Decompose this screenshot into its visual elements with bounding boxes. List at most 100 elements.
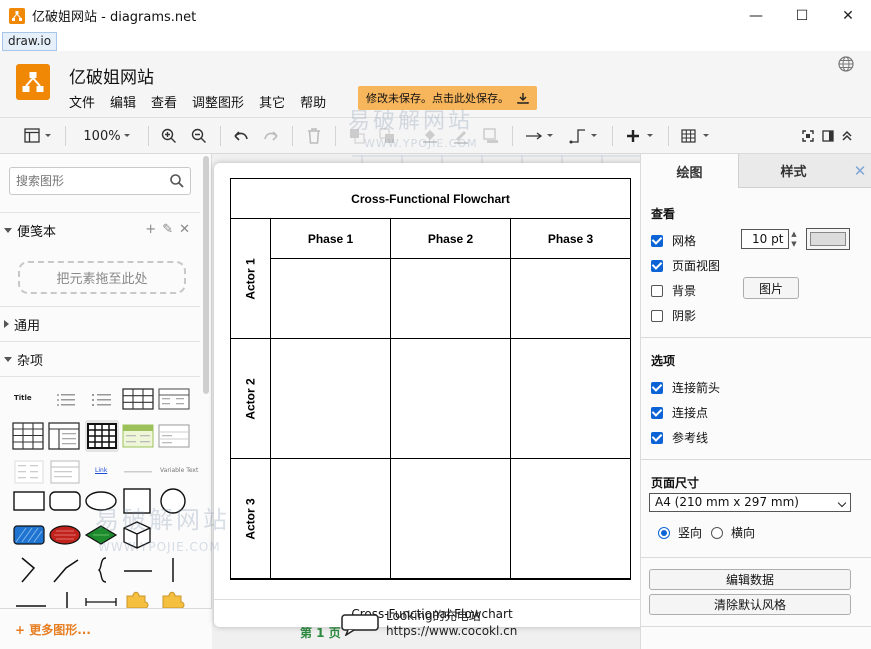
shape-dimension-line[interactable] xyxy=(84,594,118,608)
connection-arrows-checkbox[interactable] xyxy=(651,381,663,394)
format-panel-toggle[interactable] xyxy=(820,126,836,146)
shape-numbered-list[interactable] xyxy=(88,392,118,408)
general-section-header[interactable]: 通用 xyxy=(0,306,200,341)
connection-points-checkbox[interactable] xyxy=(651,406,663,419)
redo-button[interactable] xyxy=(262,126,280,146)
tab-style[interactable]: 样式 xyxy=(738,154,848,188)
search-icon[interactable] xyxy=(169,173,185,189)
page-view-option[interactable]: 页面视图 xyxy=(651,257,720,274)
scratchpad-section-header[interactable]: 便笺本 + ✎ ✕ xyxy=(0,212,200,247)
zoom-in-button[interactable] xyxy=(160,126,178,146)
guides-option[interactable]: 参考线 xyxy=(651,429,708,446)
landscape-radio[interactable] xyxy=(711,526,723,539)
scratchpad-add-icon[interactable]: + xyxy=(145,222,156,237)
edit-data-button[interactable]: 编辑数据 xyxy=(649,569,851,590)
shape-text-table[interactable] xyxy=(14,460,44,484)
more-shapes-button[interactable]: + 更多图形... xyxy=(0,608,212,649)
document-title[interactable]: 亿破姐网站 xyxy=(69,63,154,88)
page-view-checkbox[interactable] xyxy=(651,259,663,272)
shape-list-table[interactable] xyxy=(158,388,190,410)
line-color-button[interactable] xyxy=(452,126,470,146)
to-back-button[interactable] xyxy=(378,126,396,146)
shape-green-diamond[interactable] xyxy=(84,524,118,546)
background-image-button[interactable]: 图片 xyxy=(743,277,799,299)
shadow-button[interactable] xyxy=(482,126,500,146)
grid-size-input[interactable]: 10 pt xyxy=(741,229,789,249)
cross-functional-flowchart[interactable]: Cross-Functional Flowchart Phase 1 Phase… xyxy=(230,178,631,580)
fill-color-button[interactable] xyxy=(420,126,440,146)
tab-diagram[interactable]: 绘图 xyxy=(641,154,738,188)
shape-container-table[interactable] xyxy=(48,422,80,450)
maximize-button[interactable]: ☐ xyxy=(779,0,825,31)
menu-view[interactable]: 查看 xyxy=(151,92,177,111)
shape-colored-table[interactable] xyxy=(122,424,154,448)
shape-horizontal-line[interactable] xyxy=(122,568,154,574)
shape-bulleted-list[interactable] xyxy=(52,392,82,408)
shape-curly-bracket[interactable] xyxy=(96,556,110,584)
connection-arrows-option[interactable]: 连接箭头 xyxy=(651,379,720,396)
grid-color-button[interactable] xyxy=(806,228,850,250)
drawio-menu-tag[interactable]: draw.io xyxy=(2,32,58,51)
menu-arrange[interactable]: 调整图形 xyxy=(192,92,244,111)
shape-line-bottom[interactable] xyxy=(14,592,48,608)
shadow-checkbox[interactable] xyxy=(651,309,663,322)
waypoints-button[interactable] xyxy=(568,126,602,146)
shape-grid-table[interactable] xyxy=(12,422,44,450)
language-globe-icon[interactable] xyxy=(838,56,854,72)
shape-link[interactable]: Link xyxy=(95,467,107,474)
shape-timestamp[interactable] xyxy=(122,468,154,476)
scratchpad-edit-icon[interactable]: ✎ xyxy=(162,222,173,237)
shape-connector-curve[interactable] xyxy=(50,556,80,584)
shape-ellipse[interactable] xyxy=(84,490,118,512)
shadow-option[interactable]: 阴影 xyxy=(651,307,696,324)
guides-checkbox[interactable] xyxy=(651,431,663,444)
menu-extras[interactable]: 其它 xyxy=(259,92,285,111)
close-panel-icon[interactable]: ✕ xyxy=(848,154,871,188)
shape-hatched-rectangle[interactable] xyxy=(12,524,46,546)
scratchpad-drop-zone[interactable]: 把元素拖至此处 xyxy=(18,261,186,294)
shape-table-3x3[interactable] xyxy=(122,388,154,410)
shape-form-table[interactable] xyxy=(50,460,80,484)
table-insert-button[interactable] xyxy=(680,126,714,146)
to-front-button[interactable] xyxy=(348,126,366,146)
shape-rounded-rectangle[interactable] xyxy=(48,490,82,512)
unsaved-changes-banner[interactable]: 修改未保存。点击此处保存。 xyxy=(358,86,537,110)
menu-edit[interactable]: 编辑 xyxy=(110,92,136,111)
portrait-option[interactable]: 竖向 xyxy=(658,524,702,541)
shape-plain-table[interactable] xyxy=(158,424,190,448)
zoom-out-button[interactable] xyxy=(190,126,208,146)
misc-section-header[interactable]: 杂项 xyxy=(0,341,200,376)
clear-default-style-button[interactable]: 清除默认风格 xyxy=(649,594,851,615)
shape-title[interactable]: Title xyxy=(14,394,44,408)
collapse-header-button[interactable] xyxy=(839,126,855,146)
shape-search-input[interactable] xyxy=(16,168,166,194)
shape-square[interactable] xyxy=(122,487,152,515)
shape-rectangle[interactable] xyxy=(12,490,46,512)
zoom-select[interactable]: 100% xyxy=(80,126,136,146)
grid-option[interactable]: 网格 xyxy=(651,232,696,249)
grid-checkbox[interactable] xyxy=(651,234,663,247)
shape-puzzle-piece-alt[interactable] xyxy=(160,588,186,608)
shape-red-ellipse[interactable] xyxy=(48,524,82,546)
shape-variable-text[interactable]: Variable Text xyxy=(160,467,198,474)
shape-puzzle-piece[interactable] xyxy=(124,588,150,608)
undo-button[interactable] xyxy=(232,126,250,146)
shape-cube[interactable] xyxy=(122,520,152,550)
sidebar-scrollbar[interactable] xyxy=(202,154,210,394)
paper-size-select[interactable]: A4 (210 mm x 297 mm) xyxy=(649,493,851,512)
close-window-button[interactable]: ✕ xyxy=(825,0,871,31)
fullscreen-button[interactable] xyxy=(800,126,816,146)
background-option[interactable]: 背景 xyxy=(651,282,696,299)
grid-size-stepper[interactable]: ▲ ▼ xyxy=(789,229,799,249)
shape-vertical-short[interactable] xyxy=(60,590,74,608)
view-layout-button[interactable] xyxy=(22,126,56,146)
menu-help[interactable]: 帮助 xyxy=(300,92,326,111)
background-checkbox[interactable] xyxy=(651,284,663,297)
insert-button[interactable] xyxy=(624,126,658,146)
connection-style-button[interactable] xyxy=(524,126,558,146)
delete-button[interactable] xyxy=(305,126,323,146)
shape-circle[interactable] xyxy=(158,487,188,515)
connection-points-option[interactable]: 连接点 xyxy=(651,404,708,421)
minimize-button[interactable]: — xyxy=(733,0,779,31)
landscape-option[interactable]: 横向 xyxy=(711,524,755,541)
